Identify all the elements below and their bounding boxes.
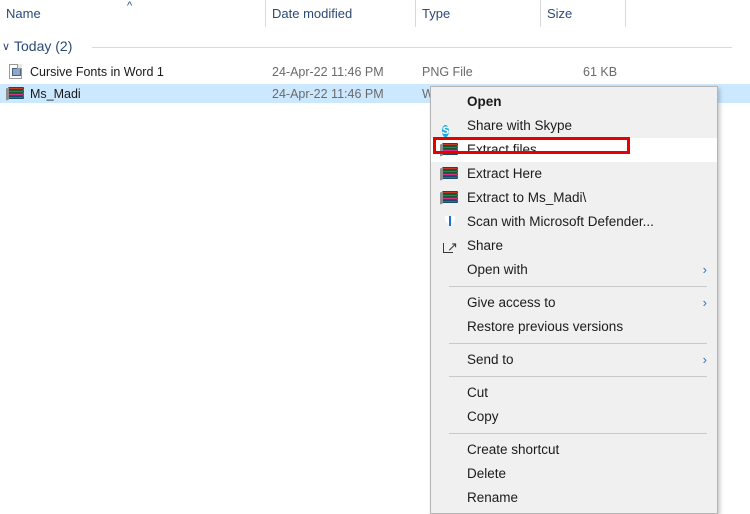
menu-item-give-access-to[interactable]: Give access to ›: [431, 291, 717, 315]
menu-item-label: Send to: [467, 352, 514, 367]
menu-item-label: Restore previous versions: [467, 319, 624, 334]
cell-size: 61 KB: [583, 65, 618, 79]
menu-item-rename[interactable]: Rename: [431, 486, 717, 510]
column-resize-handle[interactable]: [415, 0, 416, 28]
menu-item-label: Extract files...: [467, 142, 549, 157]
group-header-label: Today (2): [14, 38, 73, 54]
column-header-name[interactable]: Name: [6, 6, 41, 21]
menu-item-extract-here[interactable]: Extract Here: [431, 162, 717, 186]
table-row[interactable]: Cursive Fonts in Word 1 24-Apr-22 11:46 P…: [0, 62, 750, 81]
menu-item-share[interactable]: Share: [431, 234, 717, 258]
file-explorer-window: ^ Name Date modified Type Size ∨ Today (2) …: [0, 0, 750, 514]
menu-item-label: Share with Skype: [467, 118, 573, 133]
defender-icon: [442, 214, 458, 230]
group-header-rule: [92, 47, 732, 48]
column-resize-handle[interactable]: [625, 0, 626, 28]
winrar-archive-icon: [442, 142, 458, 158]
menu-item-label: Delete: [467, 466, 507, 481]
menu-item-label: Open with: [467, 262, 528, 277]
skype-icon: S: [442, 125, 450, 137]
chevron-right-icon[interactable]: ›: [703, 348, 707, 372]
menu-separator: [449, 343, 707, 344]
cell-name: Cursive Fonts in Word 1: [30, 65, 164, 79]
menu-item-label: Extract to Ms_Madi\: [467, 190, 587, 205]
menu-item-label: Extract Here: [467, 166, 543, 181]
context-menu[interactable]: Open S Share with Skype Extract files... Ext…: [430, 86, 718, 514]
cell-date-modified: 24-Apr-22 11:46 PM: [272, 65, 384, 79]
menu-separator: [449, 433, 707, 434]
png-file-icon: [8, 64, 24, 80]
menu-item-open-with[interactable]: Open with ›: [431, 258, 717, 282]
menu-item-extract-files[interactable]: Extract files...: [431, 138, 717, 162]
cell-name: Ms_Madi: [30, 87, 81, 101]
chevron-right-icon[interactable]: ›: [703, 258, 707, 282]
winrar-archive-icon: [442, 166, 458, 182]
header-divider: [0, 27, 750, 28]
menu-item-label: Scan with Microsoft Defender...: [467, 214, 654, 229]
winrar-archive-icon: [8, 86, 24, 102]
menu-item-cut[interactable]: Cut: [431, 381, 717, 405]
column-header-date-modified[interactable]: Date modified: [272, 6, 352, 21]
menu-separator: [449, 376, 707, 377]
winrar-archive-icon: [442, 190, 458, 206]
menu-item-label: Cut: [467, 385, 489, 400]
menu-item-label: Give access to: [467, 295, 556, 310]
sort-ascending-icon[interactable]: ^: [127, 1, 132, 12]
chevron-down-icon[interactable]: ∨: [2, 40, 10, 54]
menu-item-send-to[interactable]: Send to ›: [431, 348, 717, 372]
menu-item-delete[interactable]: Delete: [431, 462, 717, 486]
column-header-type[interactable]: Type: [422, 6, 450, 21]
menu-item-restore-previous-versions[interactable]: Restore previous versions: [431, 315, 717, 339]
menu-item-copy[interactable]: Copy: [431, 405, 717, 429]
menu-item-label: Share: [467, 238, 504, 253]
column-header-size[interactable]: Size: [547, 6, 572, 21]
menu-item-label: Create shortcut: [467, 442, 560, 457]
chevron-right-icon[interactable]: ›: [703, 291, 707, 315]
menu-item-label: Copy: [467, 409, 499, 424]
skype-icon: S: [442, 118, 458, 137]
menu-item-scan-with-microsoft-defender[interactable]: Scan with Microsoft Defender...: [431, 210, 717, 234]
cell-type: PNG File: [422, 65, 473, 79]
menu-item-open[interactable]: Open: [431, 90, 717, 114]
share-icon: [442, 238, 458, 254]
menu-item-label: Rename: [467, 490, 519, 505]
cell-date-modified: 24-Apr-22 11:46 PM: [272, 87, 384, 101]
menu-item-share-with-skype[interactable]: S Share with Skype: [431, 114, 717, 138]
group-header-today[interactable]: ∨ Today (2): [0, 36, 750, 58]
column-resize-handle[interactable]: [265, 0, 266, 28]
column-resize-handle[interactable]: [540, 0, 541, 28]
column-header-row: ^ Name Date modified Type Size: [0, 0, 750, 28]
menu-item-extract-to-ms-madi[interactable]: Extract to Ms_Madi\: [431, 186, 717, 210]
menu-separator: [449, 286, 707, 287]
menu-item-label: Open: [467, 94, 502, 109]
menu-item-create-shortcut[interactable]: Create shortcut: [431, 438, 717, 462]
